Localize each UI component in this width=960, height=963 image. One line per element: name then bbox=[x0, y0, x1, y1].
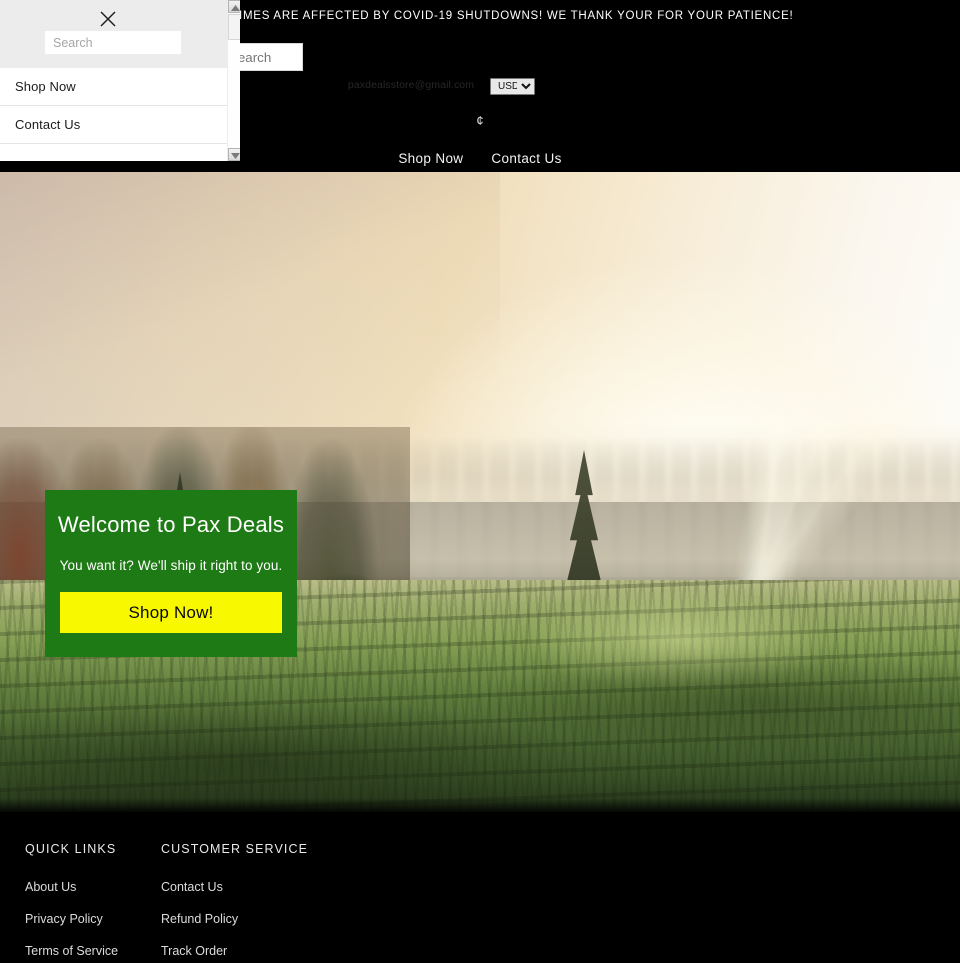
footer-column-customer-service: CUSTOMER SERVICE Contact Us Refund Polic… bbox=[161, 842, 309, 963]
list-item: Track Order bbox=[161, 942, 281, 960]
scrollbar-thumb[interactable] bbox=[228, 14, 240, 40]
hero-title: Welcome to Pax Deals bbox=[57, 512, 285, 537]
nav-item-shop-now[interactable]: Shop Now bbox=[398, 151, 463, 166]
list-item: About Us bbox=[25, 878, 125, 896]
close-icon[interactable] bbox=[97, 8, 119, 30]
footer-column-title: CUSTOMER SERVICE bbox=[161, 842, 309, 856]
footer-link-privacy-policy[interactable]: Privacy Policy bbox=[25, 912, 103, 926]
drawer-link-shop-now[interactable]: Shop Now bbox=[0, 68, 228, 106]
footer-link-contact-us[interactable]: Contact Us bbox=[161, 880, 223, 894]
hero-promo-card: Welcome to Pax Deals You want it? We'll … bbox=[45, 490, 297, 657]
footer-column-title: QUICK LINKS bbox=[25, 842, 117, 856]
menu-drawer: Shop Now Contact Us bbox=[0, 0, 240, 161]
footer-link-track-order[interactable]: Track Order bbox=[161, 944, 227, 958]
hero-section: Welcome to Pax Deals You want it? We'll … bbox=[0, 172, 960, 812]
hero-subtitle: You want it? We'll ship it right to you. bbox=[59, 558, 283, 573]
hero-bottom-fade bbox=[0, 798, 960, 812]
list-item: Terms of Service bbox=[25, 942, 125, 960]
site-footer: QUICK LINKS About Us Privacy Policy Term… bbox=[0, 812, 960, 963]
list-item: Privacy Policy bbox=[25, 910, 125, 928]
drawer-navigation: Shop Now Contact Us bbox=[0, 68, 228, 161]
scrollbar-track[interactable] bbox=[228, 40, 240, 147]
page-root: SHIPPING TIMES ARE AFFECTED BY COVID-19 … bbox=[0, 0, 960, 963]
nav-item-contact-us[interactable]: Contact Us bbox=[491, 151, 561, 166]
hero-shop-now-button[interactable]: Shop Now! bbox=[60, 592, 282, 633]
footer-link-list: About Us Privacy Policy Terms of Service bbox=[25, 878, 125, 960]
scroll-down-arrow-icon[interactable] bbox=[228, 148, 240, 161]
drawer-header bbox=[0, 0, 228, 68]
footer-link-about-us[interactable]: About Us bbox=[25, 880, 76, 894]
list-item: Contact Us bbox=[161, 878, 281, 896]
drawer-link-contact-us[interactable]: Contact Us bbox=[0, 106, 228, 144]
drawer-scrollbar[interactable] bbox=[227, 0, 240, 161]
announcement-text: SHIPPING TIMES ARE AFFECTED BY COVID-19 … bbox=[166, 10, 794, 22]
scroll-up-arrow-icon[interactable] bbox=[228, 0, 240, 13]
list-item: Refund Policy bbox=[161, 910, 281, 928]
header-email-link[interactable]: paxdealsstore@gmail.com bbox=[345, 79, 477, 91]
drawer-divider-row bbox=[0, 144, 228, 161]
drawer-search-input[interactable] bbox=[45, 31, 181, 54]
footer-link-terms-of-service[interactable]: Terms of Service bbox=[25, 944, 118, 958]
footer-link-list: Contact Us Refund Policy Track Order bbox=[161, 878, 281, 960]
footer-link-refund-policy[interactable]: Refund Policy bbox=[161, 912, 238, 926]
currency-selector[interactable]: USD bbox=[490, 78, 535, 95]
brand-mark-glyph: ¢ bbox=[476, 112, 484, 128]
footer-column-quick-links: QUICK LINKS About Us Privacy Policy Term… bbox=[25, 842, 125, 963]
meadow-shadow bbox=[0, 642, 960, 812]
footer-columns: QUICK LINKS About Us Privacy Policy Term… bbox=[25, 842, 309, 963]
